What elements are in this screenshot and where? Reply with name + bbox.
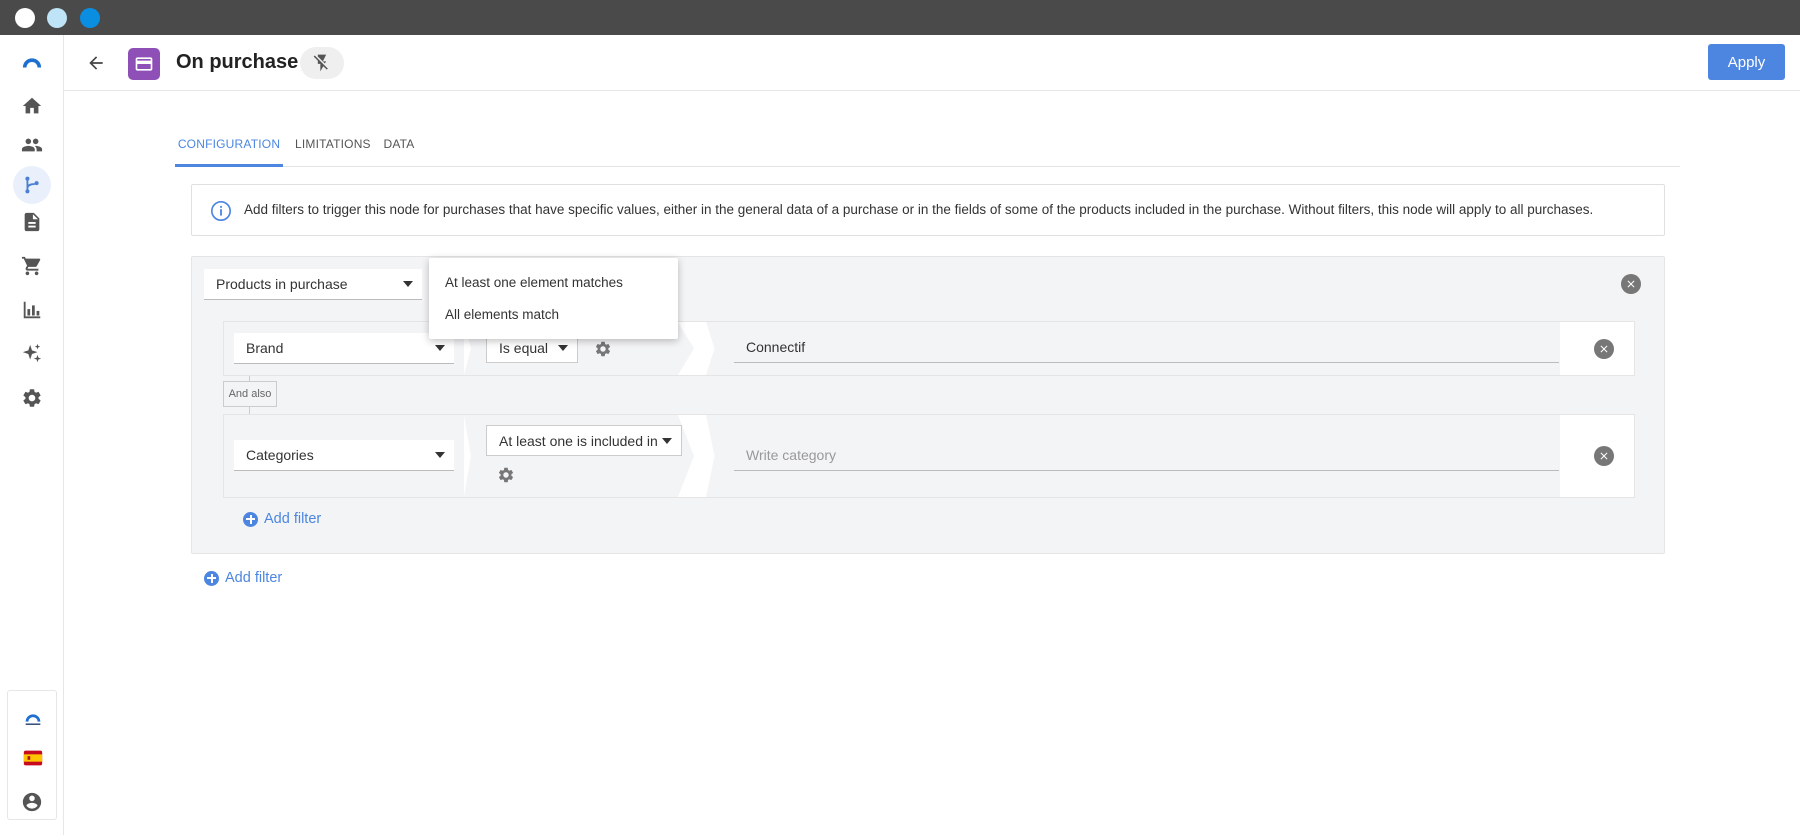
operator-select-value: Is equal [499, 339, 549, 356]
field-select-value: Brand [246, 340, 284, 356]
add-filter-label: Add filter [264, 511, 322, 527]
window-titlebar [0, 0, 1800, 35]
operator-select-value: At least one is included in [499, 432, 658, 449]
flash-off-button[interactable] [300, 47, 344, 79]
users-icon[interactable] [17, 130, 47, 160]
back-button[interactable] [82, 49, 110, 77]
filter-row-categories: Categories At least one is included in [223, 414, 1635, 498]
info-banner: Add filters to trigger this node for pur… [191, 184, 1665, 236]
operator-settings-gear-icon[interactable] [594, 340, 612, 358]
close-icon [1627, 280, 1635, 288]
user-account-icon[interactable] [17, 787, 47, 817]
cart-icon[interactable] [17, 251, 47, 281]
match-mode-dropdown: At least one element matches All element… [429, 258, 678, 339]
page-header: On purchase Apply [64, 35, 1800, 91]
close-icon [1600, 452, 1608, 460]
tab-bar: CONFIGURATION LIMITATIONS DATA [175, 128, 1680, 167]
remove-filter-group-button[interactable] [1621, 274, 1641, 294]
home-icon[interactable] [17, 91, 47, 121]
window-maximize-dot[interactable] [80, 8, 100, 28]
arrow-left-icon [89, 56, 103, 70]
sidebar [0, 35, 64, 835]
and-also-label: And also [223, 381, 277, 407]
tab-limitations[interactable]: LIMITATIONS [295, 128, 371, 167]
operator-settings-gear-icon[interactable] [497, 466, 515, 484]
category-value-input[interactable] [734, 440, 1559, 471]
apply-button[interactable]: Apply [1708, 44, 1785, 80]
caret-down-icon [662, 437, 672, 444]
source-select[interactable]: Products in purchase [204, 269, 422, 300]
gear-icon[interactable] [17, 383, 47, 413]
window-close-dot[interactable] [15, 8, 35, 28]
caret-down-icon [435, 345, 445, 351]
page-title: On purchase [176, 51, 299, 73]
field-select-brand[interactable]: Brand [234, 333, 454, 364]
workflow-icon[interactable] [13, 166, 51, 204]
close-icon [1600, 345, 1608, 353]
info-icon [210, 200, 232, 222]
sparkle-icon[interactable] [17, 339, 47, 369]
remove-brand-filter-button[interactable] [1594, 339, 1614, 359]
brand-value-input[interactable] [734, 332, 1559, 363]
add-circle-icon [243, 511, 258, 527]
purchase-node-icon [128, 48, 160, 80]
source-select-value: Products in purchase [216, 276, 348, 292]
caret-down-icon [403, 281, 413, 287]
caret-down-icon [558, 344, 568, 351]
field-select-categories[interactable]: Categories [234, 440, 454, 471]
filter-group: Products in purchase Brand Is equal And … [191, 256, 1665, 554]
document-icon[interactable] [17, 207, 47, 237]
dropdown-option-at-least-one[interactable]: At least one element matches [445, 275, 623, 290]
spain-flag-icon[interactable] [18, 743, 48, 773]
window-minimize-dot[interactable] [47, 8, 67, 28]
add-inner-filter-button[interactable]: Add filter [243, 511, 321, 527]
add-outer-filter-button[interactable]: Add filter [204, 570, 282, 586]
flash-off-icon [313, 54, 328, 72]
add-filter-label: Add filter [225, 570, 283, 586]
tab-data[interactable]: DATA [379, 128, 419, 167]
dropdown-option-all-match[interactable]: All elements match [445, 307, 559, 322]
tab-configuration[interactable]: CONFIGURATION [175, 128, 283, 167]
caret-down-icon [435, 452, 445, 458]
account-logo-icon[interactable] [18, 703, 48, 733]
remove-categories-filter-button[interactable] [1594, 446, 1614, 466]
app-logo-icon[interactable] [17, 47, 47, 77]
add-circle-icon [204, 570, 219, 586]
chart-icon[interactable] [17, 295, 47, 325]
operator-select-at-least-one[interactable]: At least one is included in [486, 425, 682, 456]
field-select-value: Categories [246, 447, 314, 463]
info-text: Add filters to trigger this node for pur… [244, 202, 1594, 217]
